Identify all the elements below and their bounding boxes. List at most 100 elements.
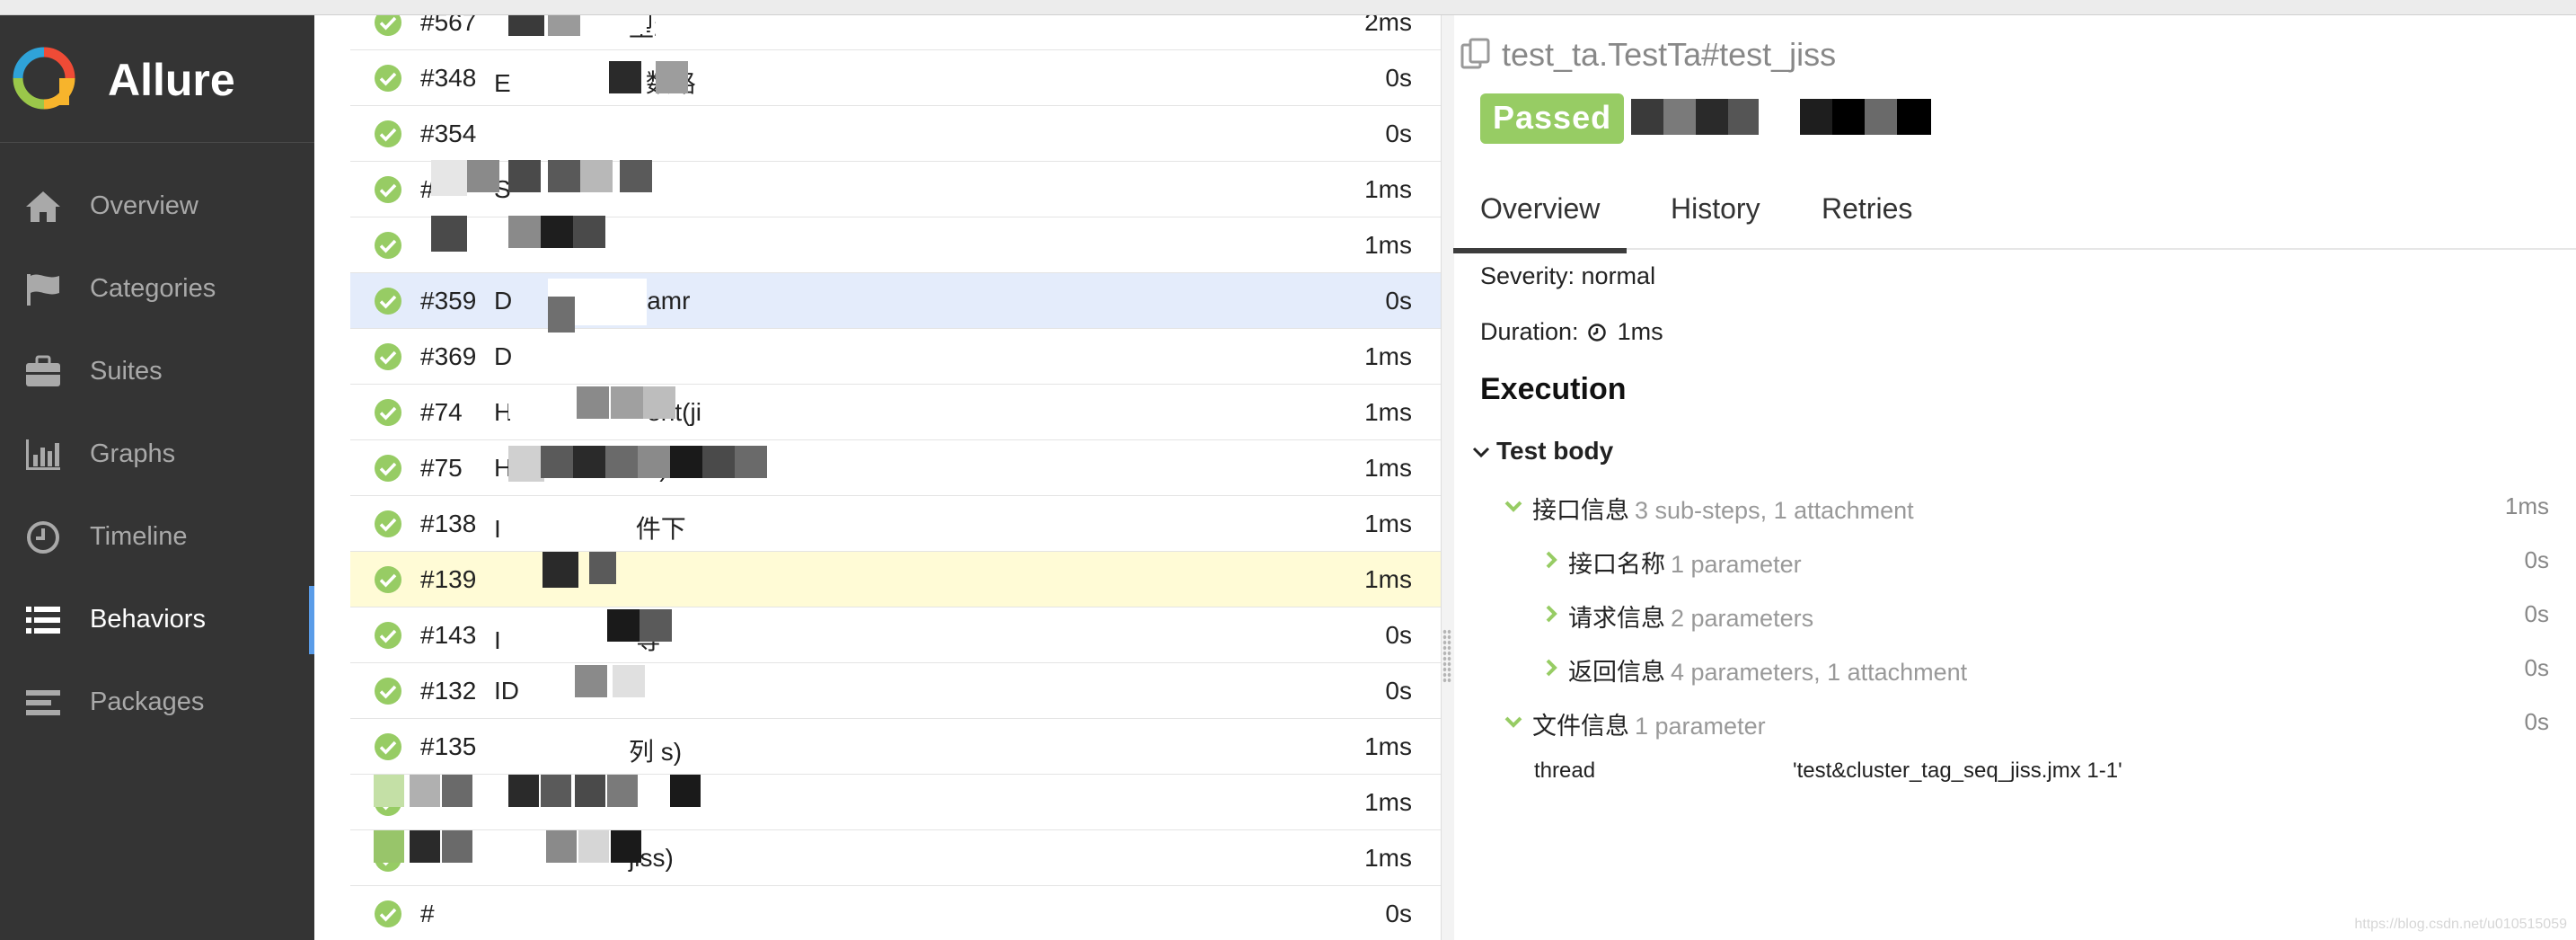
watermark: https://blog.csdn.net/u010515059 <box>2354 917 2567 932</box>
redaction-block <box>541 775 571 807</box>
test-name-end: 列 s) <box>629 738 683 766</box>
step-request-info[interactable]: 请求信息 2 parameters <box>1568 599 1813 634</box>
step-name: 请求信息 <box>1568 605 1665 632</box>
chevron-down-icon[interactable] <box>1504 496 1523 516</box>
sidebar-nav: Overview Categories Suites Graphs Timeli… <box>0 165 314 744</box>
test-duration: 0s <box>1385 621 1412 649</box>
test-order: #135 <box>420 732 477 760</box>
nav-timeline[interactable]: Timeline <box>0 496 314 579</box>
nav-overview[interactable]: Overview <box>0 165 314 248</box>
redaction-block <box>1696 99 1728 135</box>
test-duration: 0s <box>1385 900 1412 927</box>
test-name <box>494 900 629 928</box>
detail-tabs: Overview History Retries <box>1453 167 2576 253</box>
step-interface-name[interactable]: 接口名称 1 parameter <box>1568 545 1802 580</box>
redaction-block <box>442 830 472 863</box>
chevron-down-icon[interactable] <box>1471 442 1491 462</box>
redaction-block <box>611 830 641 863</box>
redaction-block <box>508 775 539 807</box>
chevron-right-icon[interactable] <box>1541 550 1561 570</box>
nav-graphs-label: Graphs <box>90 439 176 468</box>
passed-check-icon <box>375 733 401 760</box>
tree-row[interactable]: #143I等0s <box>350 607 1441 663</box>
redaction-block <box>575 665 607 697</box>
tree-row[interactable]: #348E数路0s <box>350 50 1441 106</box>
passed-check-icon <box>375 900 401 927</box>
tree-row[interactable]: #132 ID 0s <box>350 663 1441 719</box>
tree-row[interactable]: #369 D 1ms <box>350 329 1441 385</box>
redaction-block <box>442 775 472 807</box>
redaction-block <box>613 665 645 697</box>
pane-splitter[interactable] <box>1441 14 1454 940</box>
redaction-block <box>1728 99 1759 135</box>
redaction-block <box>607 609 640 642</box>
nav-packages[interactable]: Packages <box>0 661 314 744</box>
splitter-grip[interactable] <box>1442 629 1451 683</box>
chevron-right-icon[interactable] <box>1541 604 1561 624</box>
redaction-block <box>548 297 575 333</box>
redaction-block <box>575 775 605 807</box>
copy-icon[interactable] <box>1460 38 1491 70</box>
step-interface-info[interactable]: 接口信息 3 sub-steps, 1 attachment <box>1532 491 1914 526</box>
duration-label: Duration: <box>1480 318 1579 345</box>
redaction-block <box>410 775 440 807</box>
flag-icon <box>27 274 59 306</box>
nav-suites[interactable]: Suites <box>0 331 314 413</box>
test-name: D <box>494 342 647 371</box>
passed-check-icon <box>375 65 401 92</box>
test-order: # <box>420 900 435 927</box>
test-name <box>494 120 629 148</box>
tree-row[interactable]: #139 1ms <box>350 552 1441 607</box>
parameter-value: 'test&cluster_tag_seq_jiss.jmx 1-1' <box>1793 758 2122 783</box>
redaction-block <box>589 552 616 584</box>
tree-row[interactable]: #138 I 件下 1ms <box>350 496 1441 552</box>
clock-icon <box>1588 324 1606 341</box>
passed-check-icon <box>375 399 401 426</box>
step-file-info[interactable]: 文件信息 1 parameter <box>1532 706 1766 741</box>
nav-categories-label: Categories <box>90 274 216 303</box>
test-name-start: I <box>494 515 501 543</box>
redaction-block <box>609 61 641 93</box>
redaction-block <box>670 446 702 478</box>
test-order: #348 <box>420 64 477 92</box>
redaction-block <box>467 160 499 192</box>
tab-history[interactable]: History <box>1644 192 1787 248</box>
test-name: I 件下 <box>494 510 686 545</box>
passed-check-icon <box>375 343 401 370</box>
redaction-block <box>735 446 767 478</box>
tree-row[interactable]: #359 Damr 0s <box>350 273 1441 329</box>
test-body-header[interactable]: Test body <box>1496 437 1613 466</box>
tree-row[interactable]: #354 0s <box>350 106 1441 162</box>
passed-check-icon <box>375 622 401 649</box>
nav-graphs[interactable]: Graphs <box>0 413 314 496</box>
tree-row[interactable]: jiss) 1ms <box>350 830 1441 886</box>
redaction-block <box>656 61 688 93</box>
redaction-block <box>508 160 541 192</box>
redaction-block <box>548 160 580 192</box>
nav-behaviors[interactable]: Behaviors <box>0 579 314 661</box>
passed-check-icon <box>375 232 401 259</box>
test-tree: #567型22ms#348E数路0s#3540s#S1ms1ms#359Damr… <box>350 0 1441 940</box>
redaction-block <box>607 775 638 807</box>
tab-retries[interactable]: Retries <box>1795 192 1939 248</box>
test-order: #139 <box>420 565 477 593</box>
chevron-down-icon[interactable] <box>1504 712 1523 732</box>
test-duration: 1ms <box>1364 732 1412 760</box>
nav-categories[interactable]: Categories <box>0 248 314 331</box>
duration-line: Duration: 1ms <box>1480 318 1663 346</box>
test-detail-pane: test_ta.TestTa#test_jiss Passed Overview… <box>1453 14 2576 940</box>
tab-overview[interactable]: Overview <box>1453 192 1628 253</box>
tree-row[interactable]: #0s <box>350 886 1441 940</box>
step-meta: 1 parameter <box>1635 713 1766 740</box>
app-name: Allure <box>108 55 235 105</box>
test-duration: 1ms <box>1364 398 1412 426</box>
step-response-info[interactable]: 返回信息 4 parameters, 1 attachment <box>1568 652 1967 687</box>
redaction-block <box>508 216 541 248</box>
test-duration: 1ms <box>1364 231 1412 259</box>
brand[interactable]: Allure <box>0 14 314 143</box>
test-name-end: 件下 <box>635 515 686 543</box>
chevron-right-icon[interactable] <box>1541 658 1561 678</box>
redaction-block <box>1631 99 1663 135</box>
step-duration: 0s <box>2524 546 2549 573</box>
test-order: #354 <box>420 120 477 147</box>
